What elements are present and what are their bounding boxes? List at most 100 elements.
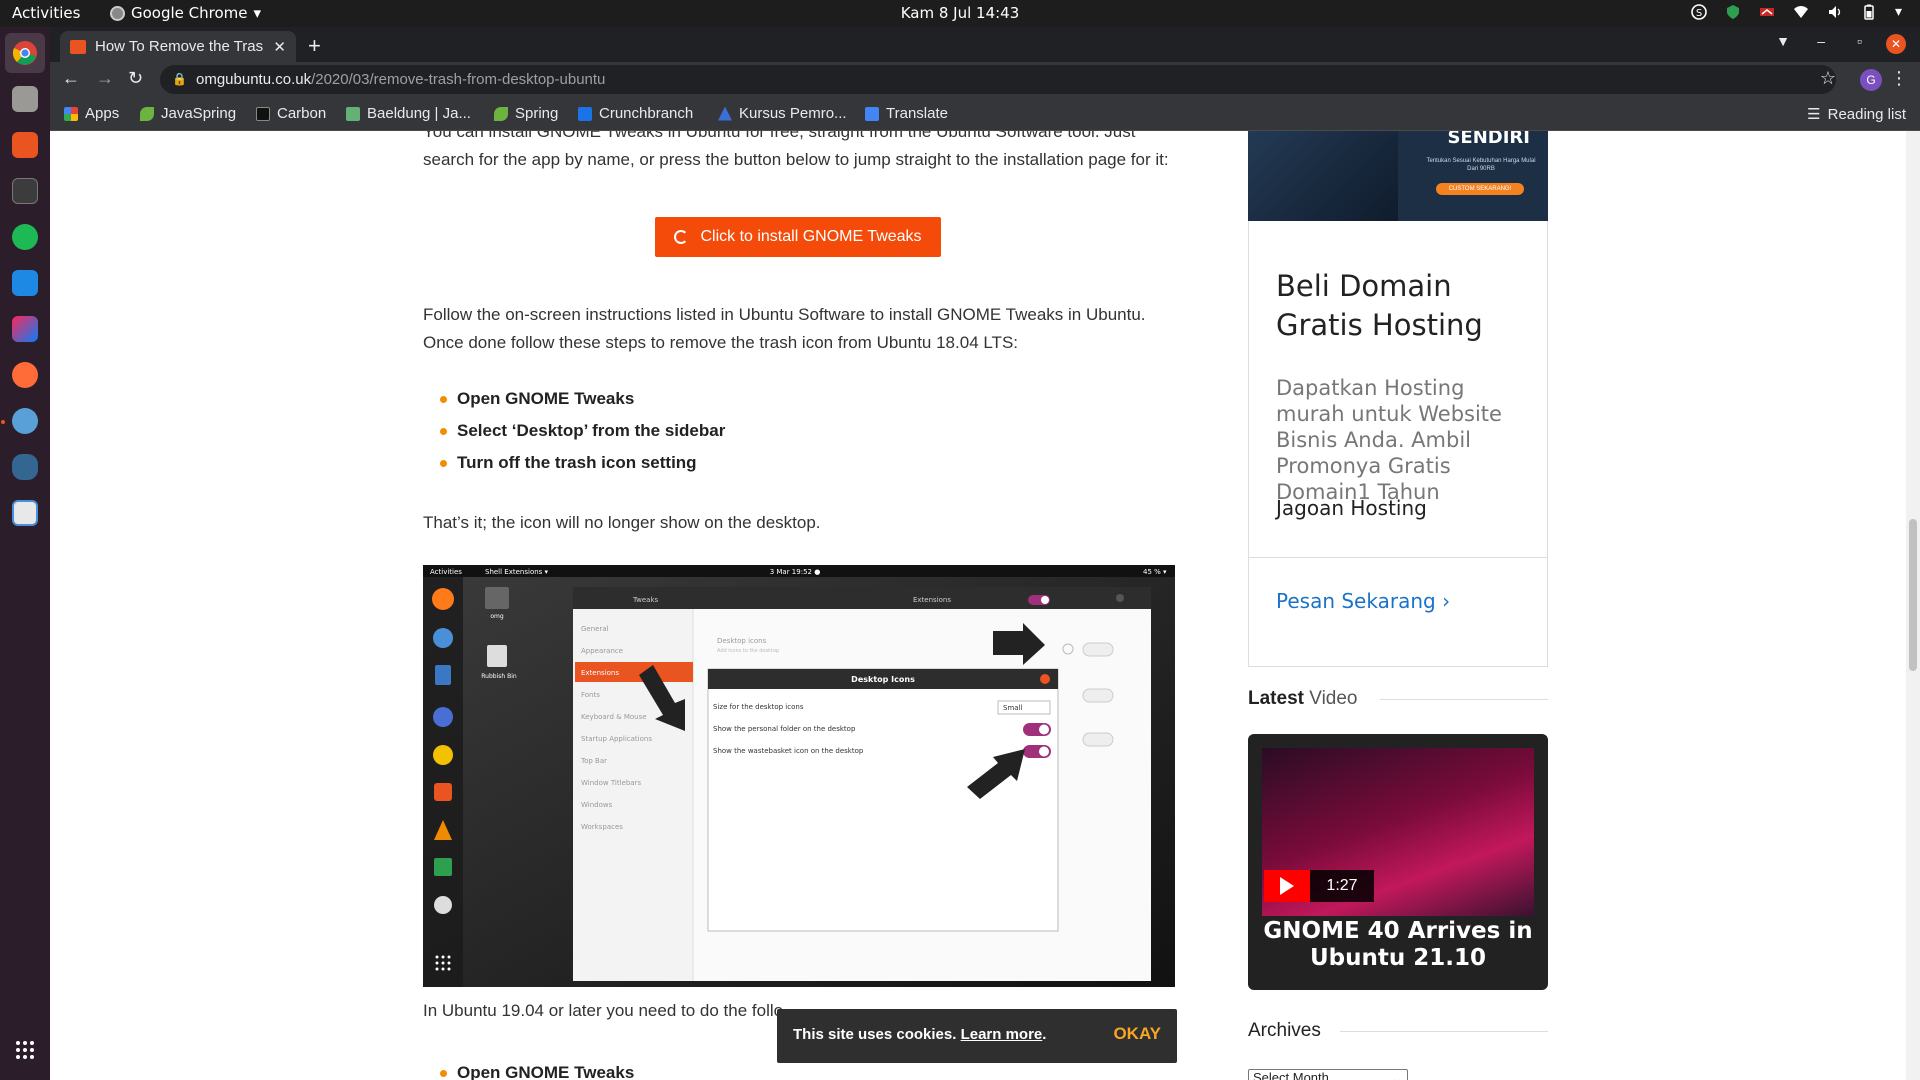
- reading-list-button[interactable]: ☰ Reading list: [1807, 105, 1906, 124]
- dock-remmina[interactable]: [5, 401, 45, 441]
- bookmark-kursus[interactable]: Kursus Pemro...: [718, 105, 847, 122]
- forward-button[interactable]: →: [96, 68, 114, 89]
- bookmark-baeldung[interactable]: Baeldung | Ja...: [346, 105, 471, 122]
- bookmark-crunchbranch[interactable]: Crunchbranch: [578, 105, 693, 122]
- dock-spotify[interactable]: [5, 217, 45, 257]
- steps-list: Open GNOME Tweaks Select ‘Desktop’ from …: [440, 383, 725, 479]
- dock-vscode[interactable]: [5, 263, 45, 303]
- shot-ext-sub: Add icons to the desktop: [717, 648, 779, 654]
- show-applications-button[interactable]: [5, 1030, 45, 1070]
- dropdown-arrow-icon: ▾: [253, 4, 262, 22]
- ad-banner-pill: CUSTOM SEKARANG!: [1436, 183, 1524, 195]
- system-tray[interactable]: S ▾: [1691, 4, 1902, 20]
- chrome-icon: [12, 41, 37, 65]
- ad-banner-image[interactable]: SENDIRI Tentukan Sesuai Kebutuhan Harga …: [1248, 131, 1548, 221]
- dock-postman[interactable]: [5, 355, 45, 395]
- bookmark-carbon[interactable]: Carbon: [256, 105, 326, 122]
- volume-icon[interactable]: [1827, 4, 1843, 20]
- follow-paragraph: Follow the on-screen instructions listed…: [423, 305, 1146, 352]
- app-menu-label: Google Chrome: [131, 4, 248, 22]
- intro-paragraph: You can install GNOME Tweaks in Ubuntu f…: [423, 131, 1169, 169]
- bookmark-javaspring[interactable]: JavaSpring: [140, 105, 236, 122]
- tab-active[interactable]: How To Remove the Trash ✕: [60, 31, 296, 62]
- url-path: /2020/03/remove-trash-from-desktop-ubunt…: [311, 71, 606, 88]
- learn-more-link[interactable]: Learn more: [961, 1026, 1043, 1043]
- shot-sidebar-item: General: [581, 625, 609, 633]
- dock-chrome[interactable]: [5, 33, 45, 73]
- bookmarks-bar: Apps JavaSpring Carbon Baeldung | Ja... …: [50, 97, 1920, 131]
- system-menu-arrow-icon[interactable]: ▾: [1895, 4, 1902, 20]
- bookmark-star-icon[interactable]: ☆: [1820, 68, 1836, 89]
- ad-banner-subtitle: Tentukan Sesuai Kebutuhan Harga Mulai Da…: [1426, 158, 1536, 172]
- shot-sidebar-item: Top Bar: [580, 757, 607, 765]
- ad-divider: [1249, 557, 1547, 558]
- app-menu[interactable]: Google Chrome ▾: [110, 4, 261, 22]
- bookmark-translate[interactable]: Translate: [865, 105, 948, 122]
- video-card[interactable]: 1:27 GNOME 40 Arrives in Ubuntu 21.10: [1248, 734, 1548, 990]
- address-bar[interactable]: 🔒 omgubuntu.co.uk/2020/03/remove-trash-f…: [160, 65, 1836, 94]
- cookie-okay-button[interactable]: OKAY: [1113, 1024, 1161, 1044]
- shot-dialog-row: Size for the desktop icons: [713, 703, 804, 711]
- wifi-icon[interactable]: [1793, 4, 1809, 20]
- dock-intellij[interactable]: [5, 309, 45, 349]
- reload-button[interactable]: ↻: [128, 68, 143, 89]
- shield-icon[interactable]: [1725, 4, 1741, 20]
- shot-sidebar-item: Window Titlebars: [581, 779, 641, 787]
- archives-select[interactable]: Select Month ⌄: [1248, 1069, 1408, 1080]
- browser-toolbar: ← → ↻ 🔒 omgubuntu.co.uk/2020/03/remove-t…: [50, 62, 1920, 97]
- article-screenshot[interactable]: Activities Shell Extensions ▾ 3 Mar 19:5…: [423, 565, 1175, 987]
- restore-button[interactable]: ▫: [1857, 33, 1862, 49]
- tab-search-icon[interactable]: ▼: [1776, 33, 1790, 49]
- shot-extensions-title: Extensions: [913, 596, 951, 604]
- kursus-icon: [718, 106, 732, 121]
- shot-size-value: Small: [1003, 704, 1022, 712]
- postgresql-icon: [12, 454, 38, 480]
- lock-icon[interactable]: 🔒: [172, 65, 187, 94]
- spotify-icon: [12, 224, 38, 250]
- latest-video-heading: Latest Video: [1248, 688, 1358, 709]
- activities-button[interactable]: Activities: [12, 4, 80, 22]
- shot-battery: 45 % ▾: [1143, 568, 1167, 576]
- page-scrollbar[interactable]: [1906, 131, 1920, 1080]
- dock-pgadmin[interactable]: [5, 447, 45, 487]
- ad-title[interactable]: Beli Domain Gratis Hosting: [1276, 267, 1536, 345]
- ad-card[interactable]: Beli Domain Gratis Hosting Dapatkan Host…: [1248, 221, 1548, 667]
- scrollbar-thumb[interactable]: [1909, 519, 1917, 671]
- minimize-button[interactable]: –: [1817, 33, 1825, 49]
- chevron-down-icon: ⌄: [1392, 1071, 1403, 1080]
- dock-files[interactable]: [5, 79, 45, 119]
- profile-avatar[interactable]: G: [1860, 69, 1882, 91]
- video-title[interactable]: GNOME 40 Arrives in Ubuntu 21.10: [1248, 918, 1548, 972]
- dock-text-editor[interactable]: [5, 493, 45, 533]
- bookmark-spring[interactable]: Spring: [494, 105, 558, 122]
- done-paragraph: That’s it; the icon will no longer show …: [423, 513, 821, 532]
- back-button[interactable]: ←: [62, 68, 80, 89]
- chevron-right-icon: ›: [1442, 589, 1451, 613]
- shot-tweaks-title: Tweaks: [632, 596, 658, 604]
- archives-heading: Archives: [1248, 1020, 1321, 1041]
- crunchbranch-icon: [578, 106, 592, 121]
- new-tab-button[interactable]: +: [308, 33, 321, 59]
- list-item: Select ‘Desktop’ from the sidebar: [440, 415, 725, 447]
- dock-terminal[interactable]: [5, 171, 45, 211]
- window-close-button[interactable]: ✕: [1886, 34, 1906, 54]
- tab-close-icon[interactable]: ✕: [273, 38, 286, 56]
- shot-dialog-row: Show the wastebasket icon on the desktop: [713, 747, 864, 755]
- remote-desktop-icon: [12, 408, 38, 434]
- skype-icon[interactable]: S: [1691, 4, 1707, 20]
- battery-icon[interactable]: [1861, 4, 1877, 20]
- clock[interactable]: Kam 8 Jul 14:43: [0, 4, 1920, 22]
- svg-text:S: S: [1696, 8, 1702, 19]
- ad-description: Dapatkan Hosting murah untuk Website Bis…: [1276, 376, 1502, 504]
- shot-activities: Activities: [430, 568, 462, 576]
- bookmark-apps[interactable]: Apps: [64, 105, 119, 122]
- spring-leaf-icon: [494, 106, 508, 121]
- install-gnome-tweaks-button[interactable]: Click to install GNOME Tweaks: [655, 217, 941, 257]
- chrome-menu-icon[interactable]: ⋮: [1890, 68, 1908, 89]
- play-icon[interactable]: [1264, 870, 1310, 902]
- ad-cta-link[interactable]: Pesan Sekarang ›: [1276, 589, 1450, 613]
- dock-software[interactable]: [5, 125, 45, 165]
- shot-app-menu: Shell Extensions ▾: [485, 568, 549, 576]
- terminal-icon: [12, 178, 38, 204]
- flag-icon[interactable]: [1759, 4, 1775, 20]
